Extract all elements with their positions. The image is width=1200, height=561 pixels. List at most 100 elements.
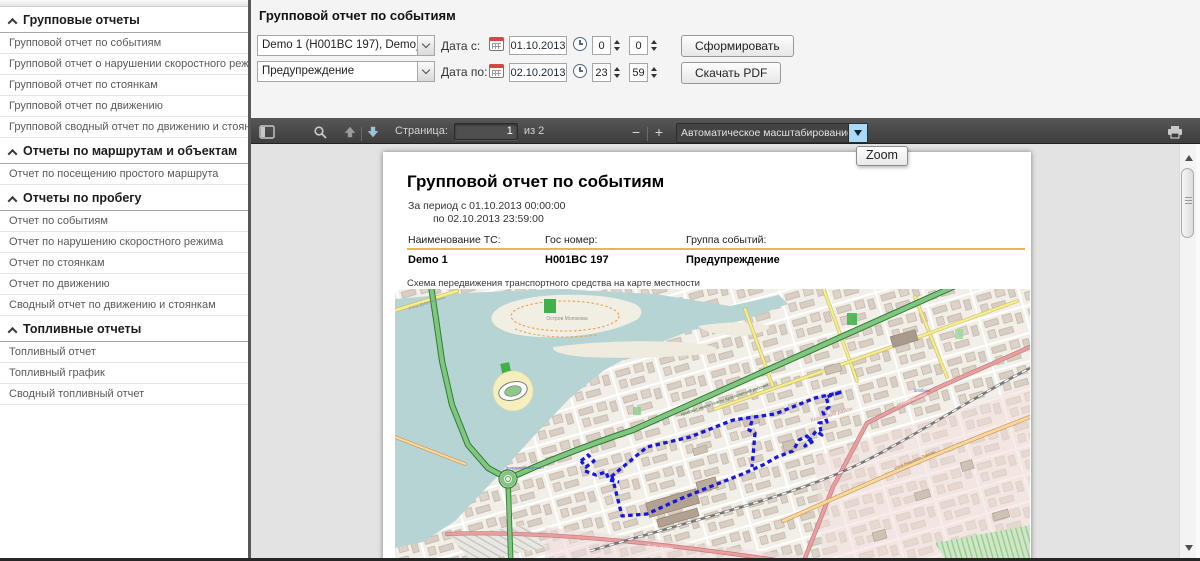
sidebar-top-strip bbox=[0, 0, 248, 7]
zoom-tooltip: Zoom bbox=[856, 146, 908, 166]
collapse-icon bbox=[8, 327, 18, 337]
sidebar-group-title: Топливные отчеты bbox=[23, 322, 141, 336]
scroll-up-icon[interactable] bbox=[1180, 149, 1197, 166]
sidebar-item-group-events-report[interactable]: Групповой отчет по событиям bbox=[0, 33, 248, 54]
pdf-toolbar: Страница: из 2 − + Автоматическое масшта… bbox=[251, 118, 1200, 144]
date-from-input[interactable]: 01.10.2013 bbox=[509, 36, 567, 55]
vehicle-select-value: Demo 1 (H001BC 197), Demo_I bbox=[258, 36, 417, 55]
sidebar-item-events-report[interactable]: Отчет по событиям bbox=[0, 211, 248, 232]
step-up-icon[interactable] bbox=[651, 67, 657, 71]
next-page-icon[interactable] bbox=[362, 121, 384, 143]
report-map-image: Остров Молокова Кировский район проспект… bbox=[395, 289, 1030, 561]
scroll-down-icon[interactable] bbox=[1180, 539, 1197, 556]
sidebar-item-group-summary-report[interactable]: Групповой сводный отчет по движению и ст… bbox=[0, 117, 248, 138]
sidebar-item-fuel-chart[interactable]: Топливный график bbox=[0, 363, 248, 384]
sidebar-divider[interactable] bbox=[248, 0, 251, 561]
reports-sidebar: Групповые отчеты Групповой отчет по собы… bbox=[0, 0, 248, 561]
search-icon[interactable] bbox=[309, 121, 331, 143]
step-up-icon[interactable] bbox=[651, 40, 657, 44]
pdf-page: Групповой отчет по событиям За период с … bbox=[383, 152, 1031, 561]
print-icon[interactable] bbox=[1164, 121, 1186, 143]
value-vehicle-name: Demo 1 bbox=[408, 254, 448, 266]
app-window: Групповые отчеты Групповой отчет по собы… bbox=[0, 0, 1200, 561]
map-label-bridge: Коммунальный мост bbox=[506, 465, 544, 470]
chevron-down-icon[interactable] bbox=[417, 62, 434, 81]
hour-from-stepper[interactable]: 0 bbox=[592, 36, 620, 55]
column-event-group: Группа событий: bbox=[686, 234, 766, 246]
column-plate-number: Гос номер: bbox=[545, 234, 597, 246]
zoom-in-icon[interactable]: + bbox=[648, 121, 670, 143]
step-down-icon[interactable] bbox=[614, 47, 620, 51]
sidebar-group-title: Отчеты по пробегу bbox=[23, 191, 141, 205]
sidebar-group-mileage-reports[interactable]: Отчеты по пробегу bbox=[0, 185, 248, 211]
minute-to-value: 59 bbox=[629, 63, 648, 82]
step-up-icon[interactable] bbox=[614, 67, 620, 71]
sidebar-item-group-movement-report[interactable]: Групповой отчет по движению bbox=[0, 96, 248, 117]
sidebar-item-fuel-summary-report[interactable]: Сводный топливный отчет bbox=[0, 384, 248, 405]
sidebar-group-group-reports[interactable]: Групповые отчеты bbox=[0, 7, 248, 33]
minute-to-stepper[interactable]: 59 bbox=[629, 63, 657, 82]
sidebar-group-fuel-reports[interactable]: Топливные отчеты bbox=[0, 316, 248, 342]
document-title: Групповой отчет по событиям bbox=[407, 172, 664, 192]
sidebar-item-speeding-report[interactable]: Отчет по нарушению скоростного режима bbox=[0, 232, 248, 253]
collapse-icon bbox=[8, 149, 18, 159]
value-plate-number: H001BC 197 bbox=[545, 254, 609, 266]
zoom-scale-value: Автоматическое масштабирование bbox=[677, 127, 848, 139]
vehicle-select[interactable]: Demo 1 (H001BC 197), Demo_I bbox=[257, 35, 435, 56]
page-label: Страница: bbox=[395, 125, 448, 137]
sidebar-item-parking-report[interactable]: Отчет по стоянкам bbox=[0, 253, 248, 274]
clock-icon[interactable] bbox=[573, 37, 587, 51]
sidebar-item-summary-movement-report[interactable]: Сводный отчет по движению и стоянкам bbox=[0, 295, 248, 316]
pdf-viewer: Групповой отчет по событиям За период с … bbox=[251, 144, 1200, 561]
step-up-icon[interactable] bbox=[614, 40, 620, 44]
minute-from-value: 0 bbox=[629, 36, 648, 55]
step-down-icon[interactable] bbox=[614, 74, 620, 78]
vertical-scrollbar[interactable] bbox=[1179, 144, 1196, 561]
document-period-line1: За период с 01.10.2013 00:00:00 bbox=[408, 200, 566, 212]
step-down-icon[interactable] bbox=[651, 74, 657, 78]
step-down-icon[interactable] bbox=[651, 47, 657, 51]
table-divider bbox=[407, 248, 1025, 250]
previous-page-icon[interactable] bbox=[339, 121, 361, 143]
sidebar-item-group-parking-report[interactable]: Групповой отчет по стоянкам bbox=[0, 75, 248, 96]
hour-from-value: 0 bbox=[592, 36, 611, 55]
main-panel: Групповой отчет по событиям Demo 1 (H001… bbox=[251, 0, 1200, 561]
viewer-right-edge bbox=[1196, 144, 1200, 561]
page-number-input[interactable] bbox=[454, 123, 518, 140]
hour-to-stepper[interactable]: 23 bbox=[592, 63, 620, 82]
clock-icon[interactable] bbox=[573, 64, 587, 78]
map-label-station: Злобино bbox=[914, 388, 931, 393]
report-form: Групповой отчет по событиям Demo 1 (H001… bbox=[251, 0, 1200, 118]
sidebar-item-group-speeding-report[interactable]: Групповой отчет о нарушении скоростного … bbox=[0, 54, 248, 75]
page-total: из 2 bbox=[524, 125, 544, 137]
event-group-select[interactable]: Предупреждение bbox=[257, 61, 435, 82]
collapse-icon bbox=[8, 196, 18, 206]
chevron-down-icon[interactable] bbox=[417, 36, 434, 55]
map-park bbox=[544, 299, 556, 313]
hour-to-value: 23 bbox=[592, 63, 611, 82]
scrollbar-thumb[interactable] bbox=[1181, 168, 1194, 238]
chevron-down-icon[interactable] bbox=[848, 124, 867, 142]
zoom-scale-select[interactable]: Автоматическое масштабирование bbox=[676, 123, 868, 143]
download-pdf-button[interactable]: Скачать PDF bbox=[681, 62, 781, 84]
sidebar-group-route-reports[interactable]: Отчеты по маршрутам и объектам bbox=[0, 138, 248, 164]
map-label-island: Остров Молокова bbox=[546, 316, 588, 322]
date-from-label: Дата с: bbox=[441, 39, 480, 53]
value-event-group: Предупреждение bbox=[686, 254, 780, 266]
sidebar-item-fuel-report[interactable]: Топливный отчет bbox=[0, 342, 248, 363]
page-title: Групповой отчет по событиям bbox=[259, 8, 456, 23]
calendar-icon[interactable] bbox=[489, 64, 504, 78]
date-to-label: Дата по: bbox=[441, 65, 487, 79]
event-select-value: Предупреждение bbox=[258, 62, 417, 81]
minute-from-stepper[interactable]: 0 bbox=[629, 36, 657, 55]
sidebar-item-simple-route-report[interactable]: Отчет по посещению простого маршрута bbox=[0, 164, 248, 185]
sidebar-group-title: Групповые отчеты bbox=[23, 13, 140, 27]
generate-report-button[interactable]: Сформировать bbox=[681, 35, 794, 57]
sidebar-item-movement-report[interactable]: Отчет по движению bbox=[0, 274, 248, 295]
map-caption: Схема передвижения транспортного средств… bbox=[407, 278, 700, 289]
calendar-icon[interactable] bbox=[489, 37, 504, 51]
zoom-out-icon[interactable]: − bbox=[625, 121, 647, 143]
toggle-sidebar-icon[interactable] bbox=[256, 121, 278, 143]
date-to-input[interactable]: 02.10.2013 bbox=[509, 63, 567, 82]
collapse-icon bbox=[8, 18, 18, 28]
